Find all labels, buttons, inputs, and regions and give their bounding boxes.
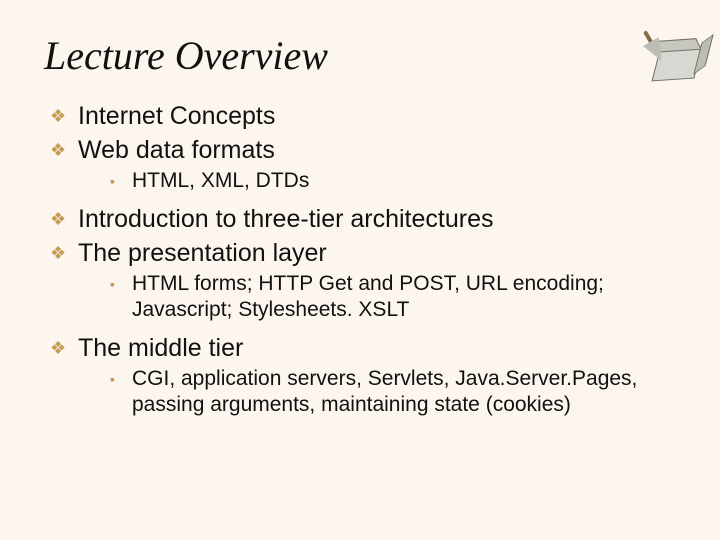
sub-list-item-label: HTML, XML, DTDs (132, 168, 309, 194)
square-bullet-icon: ▪ (110, 271, 132, 297)
list-item: ❖ Web data formats (48, 135, 660, 165)
list-item-label: Introduction to three-tier architectures (78, 204, 493, 234)
sub-list-item-label: CGI, application servers, Servlets, Java… (132, 366, 660, 418)
diamond-bullet-icon: ❖ (48, 204, 78, 234)
slide-title: Lecture Overview (44, 32, 720, 79)
diamond-bullet-icon: ❖ (48, 101, 78, 131)
sub-list-item: ▪ CGI, application servers, Servlets, Ja… (110, 366, 660, 418)
trowel-block-icon (642, 34, 706, 92)
outline-list: ❖ Internet Concepts ❖ Web data formats ▪… (48, 101, 660, 418)
square-bullet-icon: ▪ (110, 366, 132, 392)
list-item: ❖ The middle tier (48, 333, 660, 363)
diamond-bullet-icon: ❖ (48, 135, 78, 165)
list-item-label: Internet Concepts (78, 101, 275, 131)
list-item-label: The middle tier (78, 333, 243, 363)
diamond-bullet-icon: ❖ (48, 333, 78, 363)
diamond-bullet-icon: ❖ (48, 238, 78, 268)
square-bullet-icon: ▪ (110, 168, 132, 194)
sub-list-item-label: HTML forms; HTTP Get and POST, URL encod… (132, 271, 660, 323)
list-item-label: The presentation layer (78, 238, 327, 268)
sub-list-item: ▪ HTML forms; HTTP Get and POST, URL enc… (110, 271, 660, 323)
list-item: ❖ Introduction to three-tier architectur… (48, 204, 660, 234)
list-item: ❖ The presentation layer (48, 238, 660, 268)
list-item-label: Web data formats (78, 135, 275, 165)
sub-list-item: ▪ HTML, XML, DTDs (110, 168, 660, 194)
list-item: ❖ Internet Concepts (48, 101, 660, 131)
